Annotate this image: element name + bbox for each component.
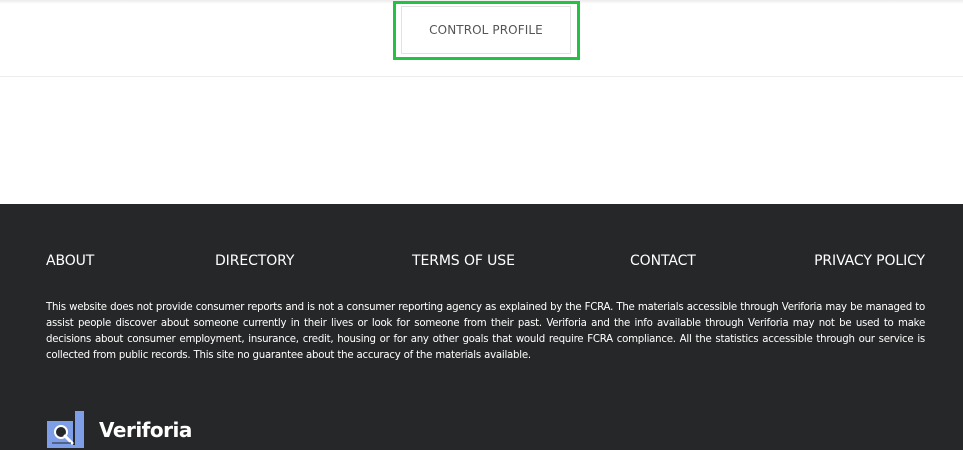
footer-navigation: ABOUT DIRECTORY TERMS OF USE CONTACT PRI… (46, 252, 925, 272)
page: CONTROL PROFILE ABOUT DIRECTORY TERMS OF… (0, 0, 963, 450)
footer-link-about[interactable]: ABOUT (46, 252, 94, 270)
footer-link-terms-of-use[interactable]: TERMS OF USE (412, 252, 515, 270)
site-footer: ABOUT DIRECTORY TERMS OF USE CONTACT PRI… (0, 204, 963, 450)
footer-link-contact[interactable]: CONTACT (630, 252, 696, 270)
magnifier-document-icon (46, 410, 85, 448)
control-profile-button[interactable]: CONTROL PROFILE (401, 6, 571, 54)
footer-link-privacy-policy[interactable]: PRIVACY POLICY (814, 252, 925, 270)
top-section: CONTROL PROFILE (0, 0, 963, 77)
footer-disclaimer: This website does not provide consumer r… (46, 302, 925, 361)
footer-link-directory[interactable]: DIRECTORY (215, 252, 294, 270)
brand-name: Veriforia (99, 418, 192, 442)
footer-brand-link[interactable]: Veriforia (46, 408, 206, 448)
